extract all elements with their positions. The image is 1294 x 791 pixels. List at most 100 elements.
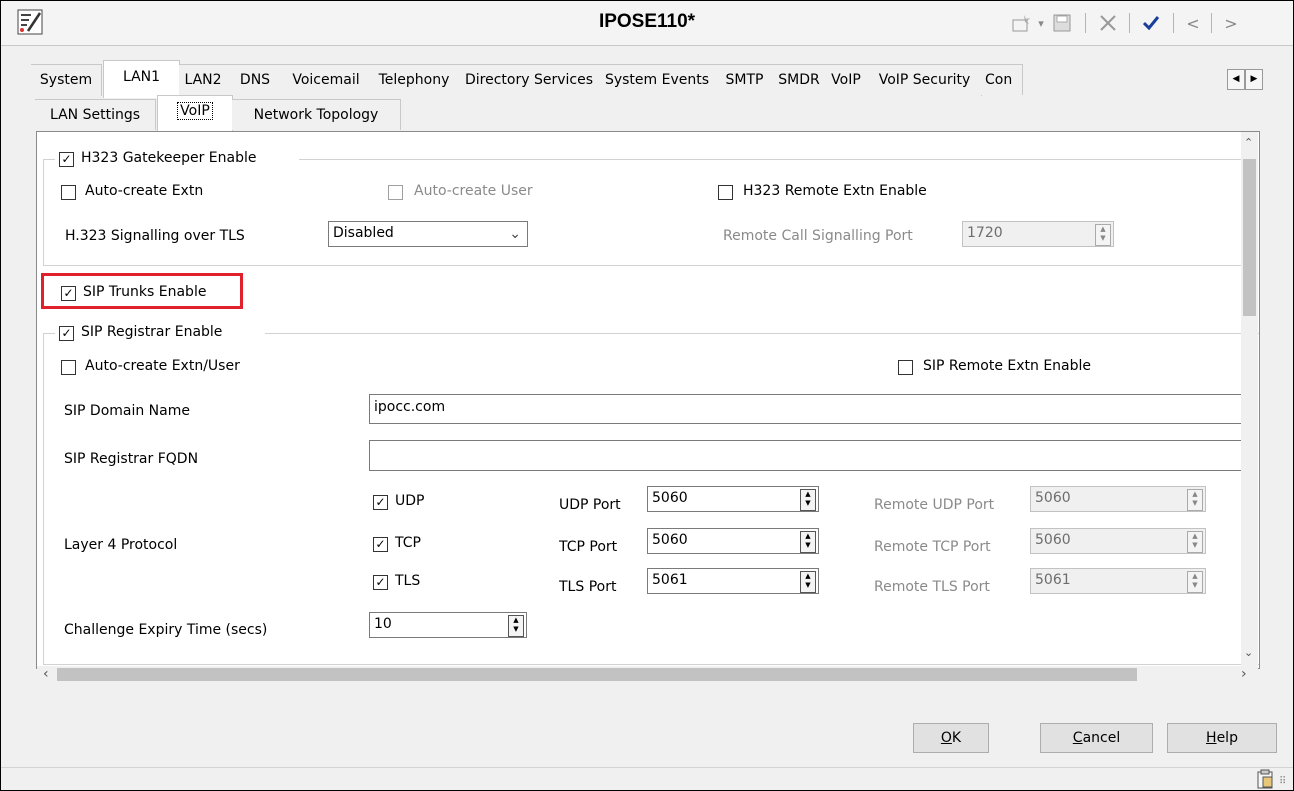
sip-registrar-checkbox[interactable]: ✓	[59, 326, 74, 341]
tcp-port-label: TCP Port	[559, 539, 618, 555]
tab-lan1[interactable]: LAN1	[103, 60, 180, 98]
tab-system[interactable]: System	[31, 64, 102, 96]
tab-scroll-left-icon[interactable]: ◀	[1227, 69, 1245, 90]
h323-signalling-tls-label: H.323 Signalling over TLS	[65, 228, 245, 244]
cancel-button[interactable]: Cancel	[1040, 723, 1153, 753]
validate-checkmark-icon[interactable]	[1138, 9, 1164, 37]
subtab-voip-label: VoIP	[177, 102, 213, 120]
h323-gatekeeper-label: H323 Gatekeeper Enable	[81, 150, 257, 166]
scroll-right-icon[interactable]: ›	[1241, 666, 1247, 682]
tab-dns[interactable]: DNS	[227, 64, 284, 96]
tab-smtp[interactable]: SMTP	[715, 64, 775, 96]
auto-create-extn-user-label: Auto-create Extn/User	[85, 358, 240, 374]
remote-tcp-port-value: 5060	[1035, 532, 1071, 548]
remote-call-signalling-port-label: Remote Call Signalling Port	[723, 228, 913, 244]
cancel-mnemonic: C	[1072, 730, 1083, 746]
vertical-scrollbar[interactable]: ⌃ ⌄	[1241, 132, 1258, 666]
spinner-icon: ▲ ▼	[1095, 224, 1111, 246]
h323-remote-extn-checkbox[interactable]	[718, 185, 733, 200]
sip-remote-extn-label: SIP Remote Extn Enable	[923, 358, 1092, 374]
toolbar-separator	[1085, 13, 1086, 33]
sip-domain-name-label: SIP Domain Name	[64, 403, 190, 419]
h323-gatekeeper-toggle[interactable]: ✓ H323 Gatekeeper Enable	[55, 150, 299, 170]
spinner-icon: ▲ ▼	[1187, 531, 1203, 553]
tab-con[interactable]: Con	[981, 64, 1023, 95]
sip-registrar-label: SIP Registrar Enable	[81, 324, 223, 340]
tab-voip-security[interactable]: VoIP Security	[868, 64, 982, 96]
next-icon[interactable]: >	[1221, 9, 1241, 37]
remote-tls-port-input: 5061 ▲ ▼	[1030, 568, 1206, 594]
challenge-expiry-input[interactable]: 10 ▲ ▼	[369, 612, 527, 638]
spinner-icon[interactable]: ▲ ▼	[508, 615, 524, 637]
tcp-checkbox[interactable]: ✓	[373, 537, 388, 552]
auto-create-extn-checkbox[interactable]	[61, 185, 76, 200]
voip-settings-panel: ✓ H323 Gatekeeper Enable Auto-create Ext…	[36, 131, 1260, 669]
h323-gatekeeper-checkbox[interactable]: ✓	[59, 152, 74, 167]
horizontal-scroll-thumb[interactable]	[57, 668, 1137, 681]
auto-create-extn-user-checkbox[interactable]	[61, 360, 76, 375]
subtab-voip[interactable]: VoIP	[157, 95, 233, 131]
delete-icon[interactable]	[1095, 9, 1121, 37]
help-rest: elp	[1216, 730, 1238, 746]
toolbar-separator	[1211, 13, 1212, 33]
h323-signalling-tls-select[interactable]: Disabled ⌄	[328, 221, 528, 247]
h323-group	[43, 159, 1245, 266]
ok-mnemonic: O	[940, 730, 952, 746]
sip-trunks-highlight	[41, 273, 243, 309]
title-bar: IPOSE110* ▾ < >	[1, 1, 1293, 46]
remote-tls-port-value: 5061	[1035, 572, 1071, 588]
h323-remote-extn-label: H323 Remote Extn Enable	[743, 183, 927, 199]
ok-rest: K	[951, 730, 962, 746]
horizontal-scrollbar[interactable]: ‹ ›	[37, 666, 1258, 683]
sip-registrar-fqdn-input[interactable]	[369, 440, 1249, 471]
h323-signalling-tls-value: Disabled	[333, 225, 394, 241]
help-button[interactable]: Help	[1167, 723, 1277, 753]
subtab-network-topology[interactable]: Network Topology	[232, 99, 401, 130]
tab-lan2[interactable]: LAN2	[179, 64, 228, 96]
remote-call-signalling-port-value: 1720	[967, 225, 1003, 241]
previous-icon[interactable]: <	[1183, 9, 1203, 37]
layer4-protocol-label: Layer 4 Protocol	[64, 537, 178, 553]
tcp-label: TCP	[395, 535, 421, 551]
auto-create-extn-label: Auto-create Extn	[85, 183, 204, 199]
sip-remote-extn-checkbox[interactable]	[898, 360, 913, 375]
subtab-lan-settings[interactable]: LAN Settings	[35, 99, 156, 130]
udp-checkbox[interactable]: ✓	[373, 495, 388, 510]
spinner-icon[interactable]: ▲ ▼	[800, 531, 816, 553]
cancel-rest: ancel	[1082, 730, 1121, 746]
main-window: IPOSE110* ▾ < > System LAN1 LAN2 DNS Voi…	[0, 0, 1294, 791]
remote-call-signalling-port-input: 1720 ▲ ▼	[962, 221, 1114, 247]
save-icon[interactable]	[1049, 9, 1075, 37]
toolbar-separator	[1173, 13, 1174, 33]
tab-voip[interactable]: VoIP	[824, 64, 869, 96]
tab-voicemail[interactable]: Voicemail	[283, 64, 370, 96]
scroll-up-icon[interactable]: ⌃	[1244, 136, 1253, 149]
spinner-icon: ▲ ▼	[1187, 489, 1203, 511]
ok-button[interactable]: OK	[913, 723, 989, 753]
vertical-scroll-thumb[interactable]	[1243, 159, 1256, 316]
scroll-down-icon[interactable]: ⌄	[1244, 646, 1253, 659]
sip-registrar-fqdn-label: SIP Registrar FQDN	[64, 451, 199, 467]
tls-checkbox[interactable]: ✓	[373, 575, 388, 590]
spinner-icon[interactable]: ▲ ▼	[800, 489, 816, 511]
resize-grip-icon[interactable]: ⠿	[1279, 776, 1286, 787]
udp-port-label: UDP Port	[559, 497, 621, 513]
remote-udp-port-value: 5060	[1035, 490, 1071, 506]
new-record-icon[interactable]	[1009, 9, 1035, 37]
sip-domain-name-input[interactable]: ipocc.com	[369, 394, 1249, 424]
tls-label: TLS	[395, 573, 421, 589]
tab-telephony[interactable]: Telephony	[369, 64, 460, 96]
udp-port-value: 5060	[652, 490, 688, 506]
tab-scroll-right-icon[interactable]: ▶	[1245, 69, 1263, 90]
spinner-icon[interactable]: ▲ ▼	[800, 571, 816, 593]
tab-system-events[interactable]: System Events	[599, 64, 716, 96]
tab-directory-services[interactable]: Directory Services	[459, 64, 600, 96]
tcp-port-input[interactable]: 5060 ▲ ▼	[647, 528, 819, 554]
tls-port-input[interactable]: 5061 ▲ ▼	[647, 568, 819, 594]
tab-smdr[interactable]: SMDR	[774, 64, 825, 96]
remote-udp-port-label: Remote UDP Port	[874, 497, 995, 513]
sip-registrar-toggle[interactable]: ✓ SIP Registrar Enable	[55, 324, 265, 344]
scroll-left-icon[interactable]: ‹	[43, 666, 49, 682]
dropdown-arrow-icon[interactable]: ▾	[1035, 9, 1047, 37]
udp-port-input[interactable]: 5060 ▲ ▼	[647, 486, 819, 512]
